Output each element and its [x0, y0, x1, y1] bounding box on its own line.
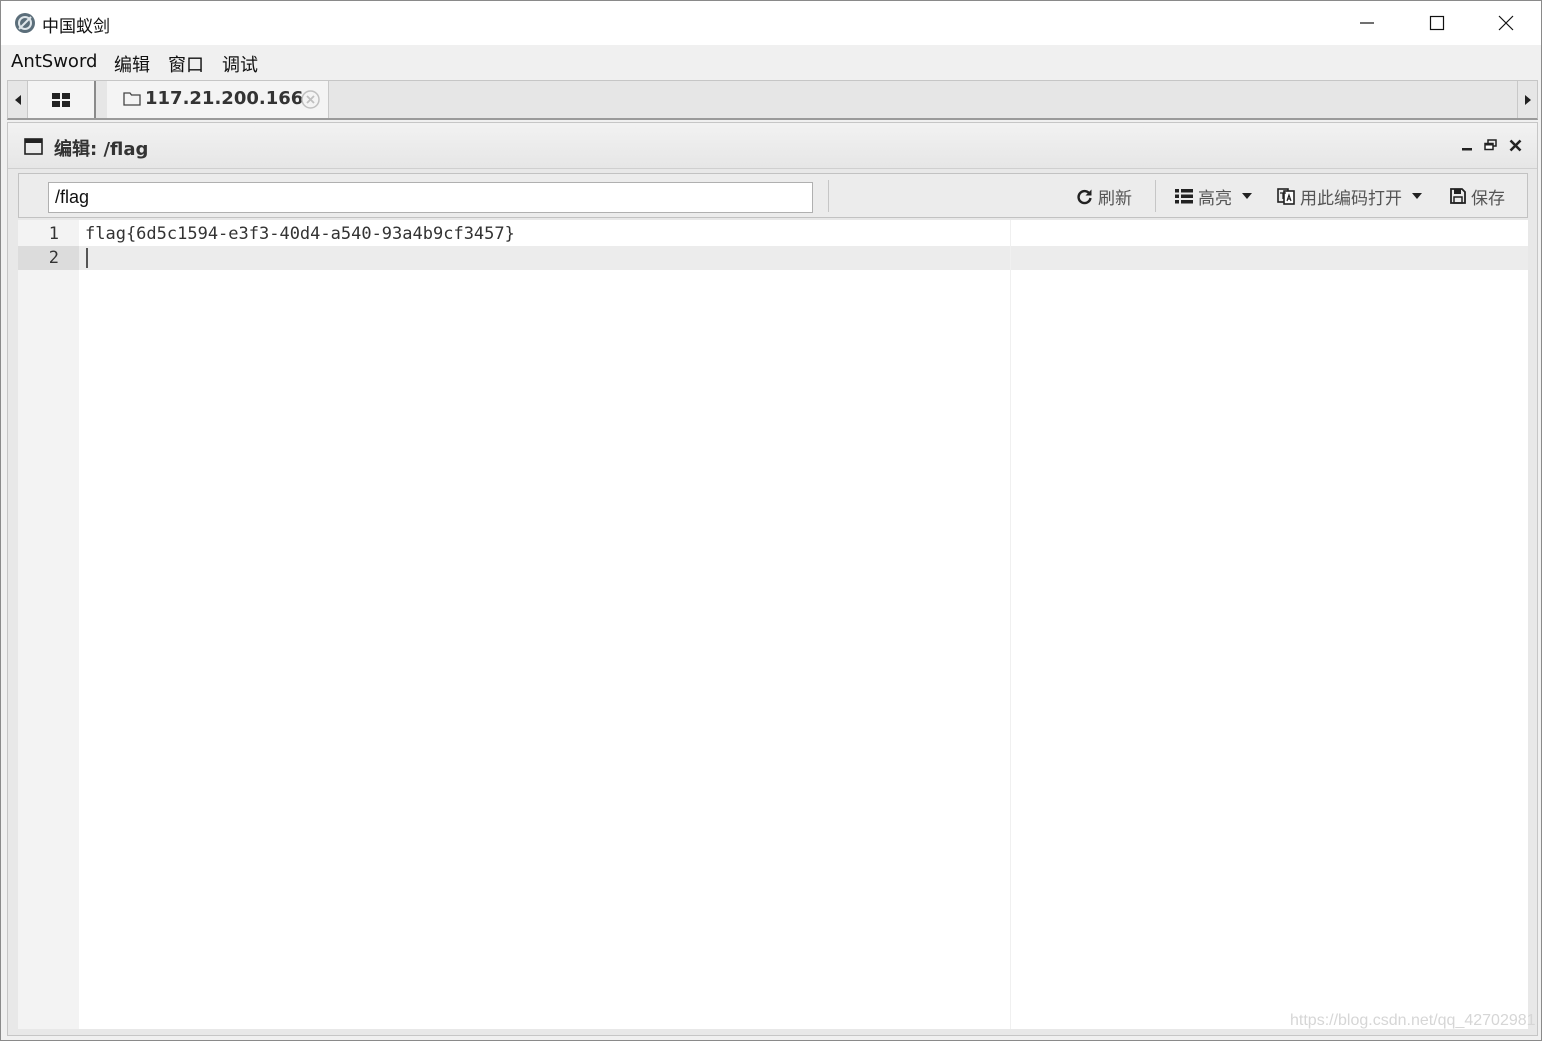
watermark: https://blog.csdn.net/qq_42702981: [1290, 1012, 1536, 1029]
text-cursor: [86, 248, 88, 268]
menu-debug[interactable]: 调试: [222, 51, 258, 77]
window-title: 中国蚁剑: [42, 17, 110, 37]
code-editor[interactable]: 1 flag{6d5c1594-e3f3-40d4-a540-93a4b9cf3…: [18, 220, 1528, 1029]
open-with-encoding-dropdown[interactable]: 用此编码打开: [1277, 183, 1428, 209]
tab-home[interactable]: [28, 81, 96, 118]
menu-window[interactable]: 窗口: [168, 51, 204, 77]
menu-antsword[interactable]: AntSword: [11, 51, 97, 72]
save-button[interactable]: 保存: [1450, 183, 1505, 209]
caret-right-icon: [1524, 94, 1531, 105]
maximize-button[interactable]: [1402, 1, 1472, 45]
maximize-icon: [1429, 15, 1445, 31]
toolbar-separator: [1155, 180, 1156, 212]
line-number: 2: [48, 248, 59, 268]
refresh-icon: [1077, 189, 1092, 204]
save-label: 保存: [1471, 188, 1505, 209]
path-input[interactable]: [48, 182, 813, 213]
close-icon: [1498, 15, 1514, 31]
refresh-button[interactable]: 刷新: [1076, 183, 1132, 209]
tab-bar: 117.21.200.166: [7, 80, 1538, 120]
close-button[interactable]: [1471, 1, 1541, 45]
refresh-label: 刷新: [1098, 188, 1132, 209]
close-icon: [1509, 139, 1521, 151]
toolbar-separator: [828, 180, 829, 212]
tab-scroll-left-button[interactable]: [8, 81, 28, 118]
panel-close-button[interactable]: [1505, 135, 1525, 155]
panel-title: 编辑: /flag: [54, 139, 149, 160]
print-margin: [1010, 220, 1011, 1029]
line-number-gutter: [18, 220, 79, 1029]
chevron-down-icon: [1242, 193, 1252, 199]
chevron-down-icon: [1412, 193, 1422, 199]
restore-icon: [1483, 139, 1497, 151]
tab-host[interactable]: 117.21.200.166: [107, 81, 329, 118]
tab-host-label: 117.21.200.166: [145, 88, 304, 109]
code-line[interactable]: flag{6d5c1594-e3f3-40d4-a540-93a4b9cf345…: [85, 222, 515, 246]
antsword-logo-icon: [15, 13, 35, 33]
panel-header: 编辑: /flag: [8, 123, 1537, 169]
caret-left-icon: [14, 94, 21, 105]
app-window: 中国蚁剑 AntSword 编辑 窗口 调试 117.21.200.166 编辑…: [0, 0, 1542, 1041]
tab-scroll-right-button[interactable]: [1517, 81, 1537, 118]
menu-bar: AntSword 编辑 窗口 调试: [1, 45, 1541, 79]
minimize-button[interactable]: [1332, 1, 1402, 45]
minimize-icon: [1462, 148, 1472, 151]
active-line-highlight: [18, 246, 1528, 270]
highlight-dropdown[interactable]: 高亮: [1175, 183, 1258, 209]
line-number: 1: [48, 224, 59, 244]
minimize-icon: [1360, 22, 1374, 24]
menu-edit[interactable]: 编辑: [114, 51, 150, 77]
open-with-encoding-label: 用此编码打开: [1300, 188, 1402, 209]
grid-icon: [52, 92, 70, 107]
save-icon: [1450, 188, 1466, 204]
title-bar: 中国蚁剑: [1, 1, 1541, 45]
translate-icon: [1277, 188, 1295, 205]
list-icon: [1175, 188, 1193, 203]
window-icon: [24, 138, 43, 155]
editor-toolbar: 刷新 高亮 用此编码打开: [18, 173, 1528, 218]
panel-minimize-button[interactable]: [1457, 135, 1477, 155]
folder-icon: [123, 92, 141, 106]
panel-restore-button[interactable]: [1480, 135, 1500, 155]
editor-panel: 编辑: /flag /flag 刷新 高亮 用此编码打开 保存 1 flag{6…: [7, 122, 1538, 1036]
circle-close-icon[interactable]: [301, 90, 320, 109]
highlight-label: 高亮: [1198, 188, 1232, 209]
